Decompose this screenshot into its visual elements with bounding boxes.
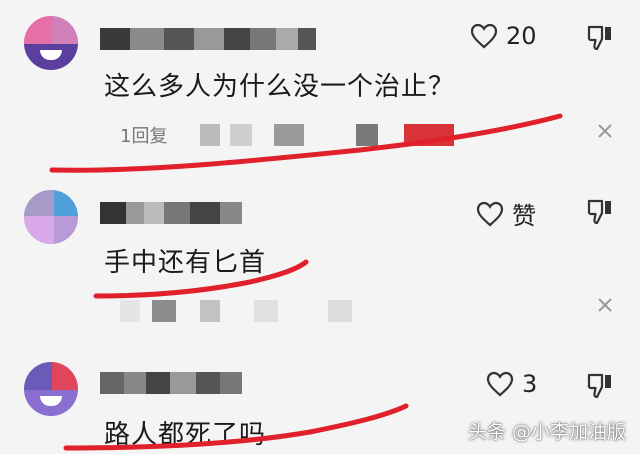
close-button[interactable] bbox=[596, 122, 614, 144]
close-icon bbox=[598, 298, 612, 312]
dislike-button[interactable] bbox=[586, 198, 614, 230]
heart-icon bbox=[476, 201, 504, 226]
reply-count-link[interactable]: 1回复 bbox=[120, 122, 167, 148]
thumbs-down-icon bbox=[587, 373, 611, 399]
avatar[interactable] bbox=[24, 362, 78, 416]
heart-icon bbox=[486, 371, 514, 397]
censored-reply-preview bbox=[200, 124, 480, 146]
heart-icon bbox=[470, 23, 498, 49]
comment-text: 手中还有匕首 bbox=[104, 248, 267, 278]
like-button[interactable]: 赞 bbox=[476, 196, 536, 231]
like-count: 20 bbox=[506, 22, 537, 50]
like-count: 赞 bbox=[512, 202, 536, 230]
close-icon bbox=[598, 124, 612, 138]
thumbs-down-icon bbox=[587, 25, 611, 51]
like-button[interactable]: 3 bbox=[486, 370, 537, 398]
like-count: 3 bbox=[522, 370, 538, 398]
username-censored[interactable] bbox=[100, 28, 316, 50]
comment-2: 手中还有匕首 赞 bbox=[0, 180, 640, 350]
avatar[interactable] bbox=[24, 16, 78, 70]
close-button[interactable] bbox=[596, 296, 614, 318]
thumbs-down-icon bbox=[587, 199, 611, 225]
comment-text: 这么多人为什么没一个治止？ bbox=[104, 72, 456, 102]
censored-reply-preview bbox=[120, 300, 390, 322]
comment-text: 路人都死了吗 bbox=[104, 420, 267, 450]
dislike-button[interactable] bbox=[586, 372, 614, 404]
username-censored[interactable] bbox=[100, 202, 242, 224]
watermark: 头条 @小李加油版 bbox=[467, 421, 626, 443]
avatar[interactable] bbox=[24, 190, 78, 244]
dislike-button[interactable] bbox=[586, 24, 614, 56]
comment-1: 这么多人为什么没一个治止？ 20 1回复 bbox=[0, 0, 640, 180]
username-censored[interactable] bbox=[100, 372, 242, 394]
like-button[interactable]: 20 bbox=[470, 22, 537, 50]
